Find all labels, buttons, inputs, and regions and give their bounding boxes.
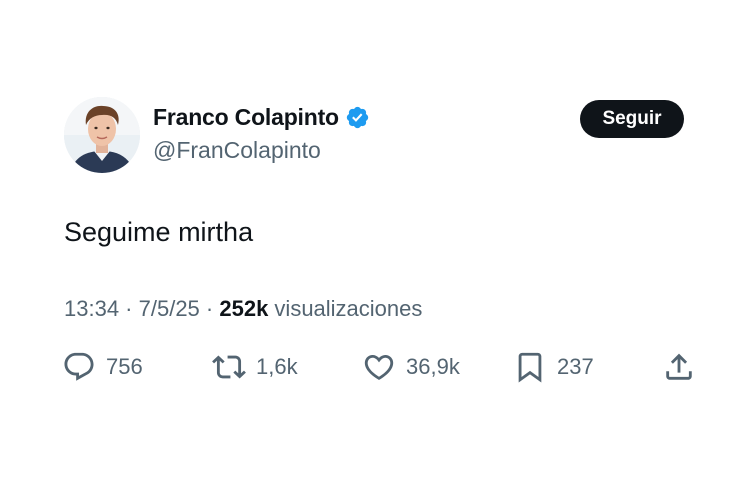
author-display-name[interactable]: Franco Colapinto — [153, 104, 339, 131]
follow-button[interactable]: Seguir — [580, 100, 684, 138]
bookmark-button[interactable]: 237 — [513, 346, 594, 388]
retweet-count: 1,6k — [256, 354, 298, 379]
action-bar: 756 1,6k 36,9k 237 — [0, 346, 730, 388]
share-icon — [666, 353, 692, 380]
bookmark-icon — [518, 352, 542, 383]
retweet-button[interactable]: 1,6k — [212, 346, 298, 388]
meta-separator: · — [199, 296, 220, 321]
reply-icon — [64, 352, 94, 381]
views-count: 252k — [219, 296, 269, 321]
meta-separator: · — [119, 296, 139, 321]
reply-count: 756 — [106, 354, 143, 379]
avatar-photo-icon — [64, 97, 140, 173]
bookmark-count: 237 — [557, 354, 594, 379]
reply-button[interactable]: 756 — [62, 346, 143, 388]
share-button[interactable] — [662, 346, 696, 388]
verified-badge-icon — [346, 106, 369, 129]
tweet-time[interactable]: 13:34 — [64, 296, 119, 321]
author-handle[interactable]: @FranColapinto — [153, 137, 321, 164]
author-avatar[interactable] — [64, 97, 140, 173]
tweet-date[interactable]: 7/5/25 — [139, 296, 200, 321]
tweet-text: Seguime mirtha — [64, 217, 254, 247]
retweet-icon — [212, 355, 246, 379]
author-name-row: Franco Colapinto — [153, 104, 370, 131]
like-count: 36,9k — [406, 354, 460, 379]
like-button[interactable]: 36,9k — [362, 346, 460, 388]
tweet-card: Franco Colapinto @FranColapinto Seguir S… — [0, 0, 730, 487]
tweet-meta: 13:34 · 7/5/25 · 252k visualizaciones — [64, 296, 422, 322]
views-label: visualizaciones — [268, 296, 423, 321]
heart-icon — [364, 354, 394, 380]
